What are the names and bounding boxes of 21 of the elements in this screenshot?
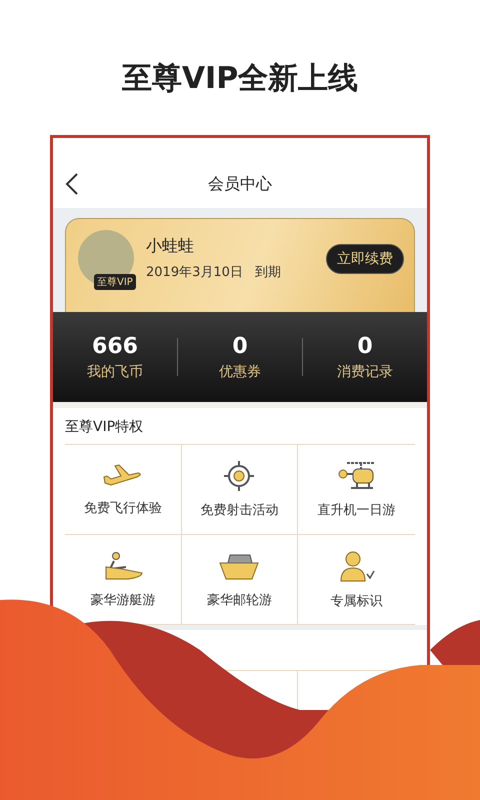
page-title: 会员中心: [208, 174, 272, 194]
target-icon: [224, 460, 254, 490]
member-name: 小蛙蛙: [146, 236, 195, 257]
section-title: 至尊VIP特权: [65, 408, 415, 445]
expiry-date: 2019年3月10日: [146, 264, 243, 281]
stat-item[interactable]: 0 消费记录: [303, 334, 427, 380]
helicopter-icon: [336, 460, 377, 490]
privilege-item[interactable]: 免费飞行体验: [65, 445, 182, 535]
privilege-item[interactable]: 免费射击活动: [182, 445, 298, 535]
privilege-item[interactable]: 直升机一日游: [298, 445, 415, 535]
renew-button[interactable]: 立即续费: [326, 244, 404, 274]
stat-item[interactable]: 0 优惠券: [178, 334, 302, 380]
stat-item[interactable]: 666 我的飞币: [53, 334, 177, 380]
back-icon[interactable]: [65, 172, 79, 196]
privilege-item[interactable]: 豪华邮轮游: [182, 535, 298, 625]
person-icon: [338, 550, 375, 582]
headline: 至尊VIP全新上线: [122, 60, 358, 98]
plane-icon: [102, 462, 143, 488]
privilege-item[interactable]: 专属标识: [298, 535, 415, 625]
vip-badge: 至尊VIP: [94, 274, 136, 290]
expiry-label: 到期: [254, 264, 281, 281]
